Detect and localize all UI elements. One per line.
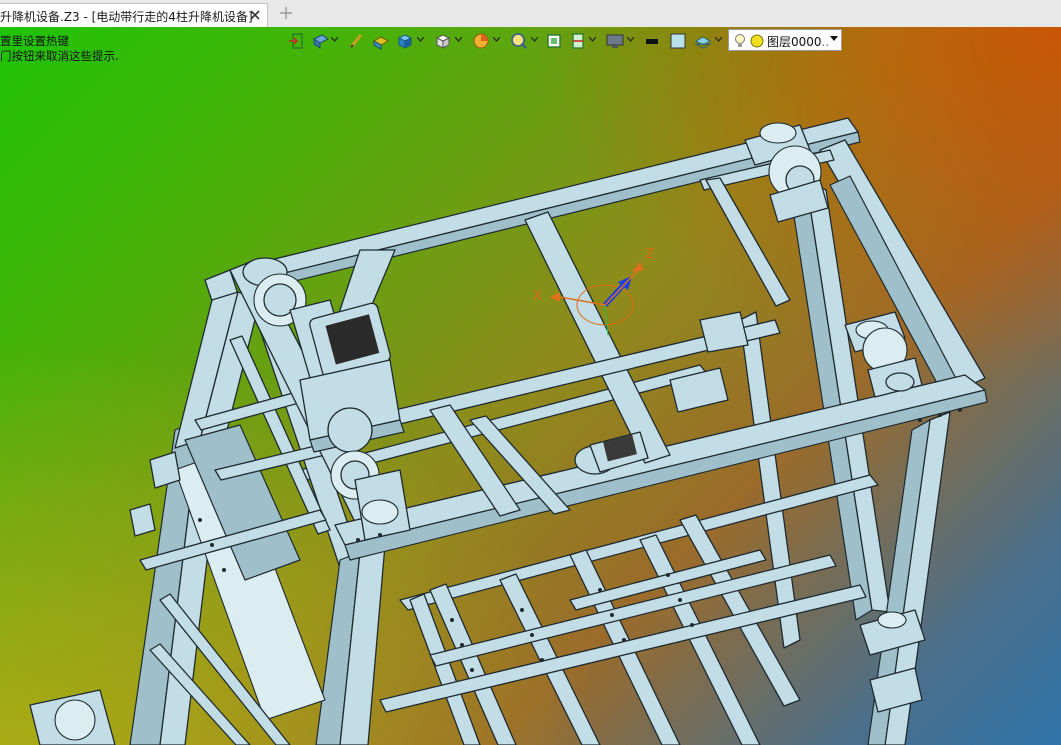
fill-swatch-icon[interactable] — [670, 31, 686, 51]
bulb-icon[interactable] — [734, 33, 746, 49]
3d-viewport[interactable]: 置里设置热键 门按钮来取消这些提示. .b { fill: #c3dde6; s… — [0, 27, 1061, 745]
layer-icon[interactable] — [694, 31, 712, 51]
fit-icon[interactable] — [546, 31, 562, 51]
chevron-down-icon[interactable] — [331, 37, 338, 42]
zoom-icon[interactable] — [510, 31, 528, 51]
chevron-down-icon[interactable] — [589, 37, 596, 42]
document-tab-title: 升降机设备.Z3 - [电动带行走的4柱升降机设备] — [0, 10, 253, 24]
display-icon[interactable] — [606, 31, 624, 51]
chevron-down-icon[interactable] — [417, 37, 424, 42]
pencil-icon[interactable] — [348, 31, 364, 51]
white-cube-icon[interactable] — [434, 31, 452, 51]
plus-icon[interactable] — [278, 5, 294, 21]
chevron-down-icon[interactable] — [627, 37, 634, 42]
color-swatch-icon[interactable] — [644, 31, 660, 51]
section-icon[interactable] — [570, 31, 586, 51]
exit-icon[interactable] — [288, 31, 304, 51]
chevron-down-icon[interactable] — [493, 37, 500, 42]
zw3d-window: 升降机设备.Z3 - [电动带行走的4柱升降机设备] 置里设置热键 门按钮来取消… — [0, 0, 1061, 745]
layer-dropdown[interactable]: 图层0000.. — [728, 29, 842, 51]
chevron-down-icon[interactable] — [715, 37, 722, 42]
z-axis-label: Z — [645, 247, 654, 262]
pie-icon[interactable] — [472, 31, 490, 51]
close-icon[interactable] — [247, 7, 263, 23]
view-toolbar: 图层0000.. — [284, 29, 844, 53]
document-tab[interactable]: 升降机设备.Z3 - [电动带行走的4柱升降机设备] — [0, 3, 268, 27]
x-axis-label: X — [533, 289, 542, 304]
chevron-down-icon[interactable] — [455, 37, 462, 42]
dropdown-arrow-icon[interactable] — [830, 36, 838, 42]
view-style-icon[interactable] — [312, 31, 330, 51]
lift-frame-model[interactable]: .b { fill: #c3dde6; stroke: #1e2a30; str… — [0, 27, 1061, 745]
render-icon[interactable] — [372, 31, 390, 51]
layer-name: 图层0000.. — [767, 35, 830, 49]
cube-icon[interactable] — [396, 31, 414, 51]
document-tab-bar: 升降机设备.Z3 - [电动带行走的4柱升降机设备] — [0, 0, 1061, 28]
layer-dot-icon — [750, 34, 764, 48]
chevron-down-icon[interactable] — [531, 37, 538, 42]
